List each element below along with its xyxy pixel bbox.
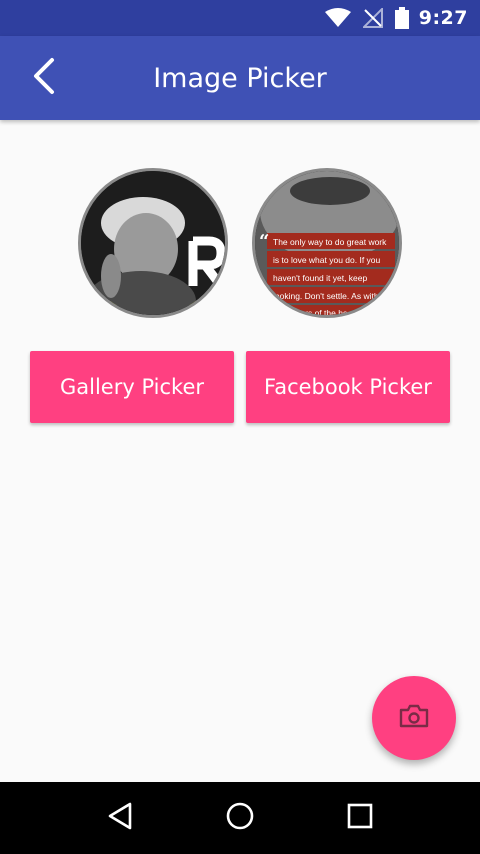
status-bar: 9:27	[0, 0, 480, 36]
system-nav-bar	[0, 782, 480, 854]
back-triangle-icon	[106, 801, 134, 836]
nav-back-button[interactable]	[96, 794, 144, 842]
nav-home-button[interactable]	[216, 794, 264, 842]
quote-line-5: all matters of the heart.	[273, 308, 360, 318]
page-title: Image Picker	[153, 62, 327, 94]
gallery-picker-button[interactable]: Gallery Picker	[30, 351, 234, 423]
svg-text:“: “	[259, 231, 269, 252]
camera-fab[interactable]	[372, 676, 456, 760]
wifi-icon	[324, 8, 351, 28]
home-circle-icon	[225, 801, 255, 836]
quote-line-1: The only way to do great work	[273, 237, 387, 247]
quote-line-4: looking. Don't settle. As with	[273, 291, 379, 301]
recents-square-icon	[346, 802, 374, 835]
picked-image-quote[interactable]: “ The only way to do great work is to lo…	[252, 168, 402, 318]
status-time: 9:27	[418, 7, 468, 29]
camera-icon	[399, 704, 429, 733]
facebook-picker-button[interactable]: Facebook Picker	[246, 351, 450, 423]
quote-image: “ The only way to do great work is to lo…	[255, 171, 399, 318]
picked-image-portrait[interactable]	[78, 168, 228, 318]
picked-images: “ The only way to do great work is to lo…	[78, 168, 402, 318]
nav-recents-button[interactable]	[336, 794, 384, 842]
picker-buttons: Gallery Picker Facebook Picker	[30, 351, 450, 423]
battery-icon	[394, 7, 409, 29]
quote-line-2: is to love what you do. If you	[273, 255, 381, 265]
no-signal-icon	[362, 8, 383, 28]
portrait-image	[81, 171, 225, 315]
quote-line-3: haven't found it yet, keep	[273, 273, 368, 283]
app-bar: Image Picker	[0, 36, 480, 120]
